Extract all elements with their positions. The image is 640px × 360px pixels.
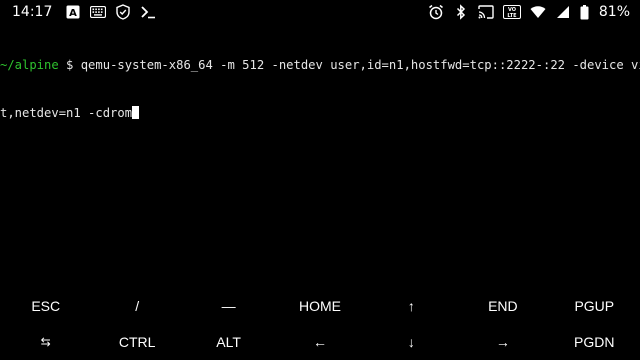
prompt-path: ~/alpine	[0, 58, 59, 72]
terminal-view[interactable]: ~/alpine $ qemu-system-x86_64 -m 512 -ne…	[0, 25, 640, 285]
notification-a-icon: A	[65, 4, 81, 20]
command-text-line1: qemu-system-x86_64 -m 512 -netdev user,i…	[80, 58, 640, 72]
battery-percent: 81%	[598, 4, 630, 20]
svg-text:A: A	[69, 8, 77, 19]
key-tab[interactable]: ⇆	[0, 324, 91, 360]
key-pgup[interactable]: PGUP	[549, 288, 640, 324]
terminal-line: ~/alpine $ qemu-system-x86_64 -m 512 -ne…	[0, 57, 640, 73]
key-esc[interactable]: ESC	[0, 288, 91, 324]
terminal-line: t,netdev=n1 -cdrom	[0, 105, 640, 121]
extra-keys-bar: ESC / — HOME ↑ END PGUP ⇆ CTRL ALT ← ↓ →…	[0, 288, 640, 360]
terminal-prompt-icon	[140, 4, 156, 20]
key-dash[interactable]: —	[183, 288, 274, 324]
key-slash[interactable]: /	[91, 288, 182, 324]
key-left-arrow[interactable]: ←	[274, 324, 365, 360]
status-bar-right: VO LTE 81%	[428, 4, 630, 20]
volte-icon: VO LTE	[502, 4, 521, 20]
cast-icon	[478, 4, 494, 20]
key-up-arrow[interactable]: ↑	[366, 288, 457, 324]
key-end[interactable]: END	[457, 288, 548, 324]
bluetooth-icon	[453, 4, 469, 20]
signal-icon	[555, 4, 571, 20]
svg-text:LTE: LTE	[507, 13, 517, 19]
text-cursor	[132, 106, 140, 119]
command-text-line2: t,netdev=n1 -cdrom	[0, 106, 133, 120]
battery-icon	[580, 4, 590, 20]
alarm-icon	[428, 4, 444, 20]
status-bar-left: 14:17 A	[12, 4, 156, 20]
termux-screen: 14:17 A VO LTE 81% ~/alpine $ qemu-syste…	[0, 0, 640, 360]
prompt-symbol: $	[58, 58, 81, 72]
key-down-arrow[interactable]: ↓	[366, 324, 457, 360]
status-bar: 14:17 A VO LTE 81%	[0, 0, 640, 24]
key-alt[interactable]: ALT	[183, 324, 274, 360]
wifi-icon	[530, 4, 546, 20]
key-right-arrow[interactable]: →	[457, 324, 548, 360]
keyboard-icon	[90, 4, 107, 20]
shield-check-icon	[115, 4, 131, 20]
key-ctrl[interactable]: CTRL	[91, 324, 182, 360]
key-home[interactable]: HOME	[274, 288, 365, 324]
key-pgdn[interactable]: PGDN	[549, 324, 640, 360]
status-time: 14:17	[12, 4, 53, 20]
